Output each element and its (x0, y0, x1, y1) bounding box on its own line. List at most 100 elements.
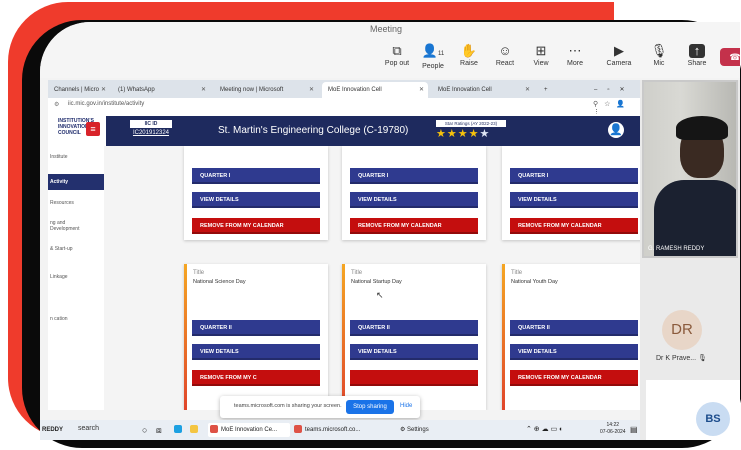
hamburger-menu-icon[interactable]: ≡ (86, 122, 100, 136)
people-button[interactable]: 👤11 People (416, 43, 450, 71)
remove-calendar-button[interactable]: REMOVE FROM MY C (192, 370, 320, 386)
quarter-button[interactable]: QUARTER I (192, 168, 320, 184)
system-tray-icons[interactable]: ⌃ ⊕ ☁ ▭ ◐ (526, 423, 563, 437)
card-event-name: National Science Day (193, 279, 246, 285)
view-details-button[interactable]: VIEW DETAILS (350, 344, 478, 360)
sidebar-item-training[interactable]: ng and Development (48, 220, 84, 232)
react-button[interactable]: ☺ React (488, 43, 522, 68)
sidebar-item-startup[interactable]: & Start-up (48, 246, 100, 252)
participant-video[interactable]: G. RAMESH REDDY (642, 80, 738, 258)
card-event-name: National Startup Day (351, 279, 402, 285)
card-accent (342, 264, 345, 410)
more-button[interactable]: ⋯ More (558, 43, 592, 68)
smile-icon: ☺ (498, 43, 512, 58)
taskbar-item-teams[interactable]: teams.microsoft.co... (294, 423, 360, 437)
taskbar-item-settings[interactable]: ⚙ Settings (400, 423, 429, 437)
meeting-title: Meeting (370, 24, 403, 34)
browser-window: Channels | Micro ✕ (1) WhatsApp ✕ Meeting … (48, 80, 640, 410)
remove-calendar-button[interactable]: REMOVE FROM MY CALENDAR (510, 218, 638, 234)
activity-content: QUARTER I VIEW DETAILS REMOVE FROM MY CA… (104, 146, 640, 410)
card-accent (502, 264, 505, 410)
close-icon[interactable]: ✕ (419, 82, 424, 98)
tab-moe[interactable]: MoE Innovation Cell ✕ (432, 82, 534, 98)
mic-off-icon: 🎙 (698, 355, 707, 362)
grid-icon: ⊞ (535, 43, 547, 58)
more-icon: ⋯ (568, 43, 582, 58)
people-icon: 👤11 (421, 43, 445, 58)
sidebar-item-communication[interactable]: n cation (48, 316, 74, 322)
popout-button[interactable]: ⧉ Pop out (380, 43, 414, 68)
remove-calendar-button[interactable] (350, 370, 478, 386)
avatar[interactable]: DR (662, 310, 702, 350)
quarter-button[interactable]: QUARTER I (510, 168, 638, 184)
task-view-icon[interactable]: ⧈ (156, 423, 162, 437)
close-icon[interactable]: ✕ (201, 82, 206, 98)
address-bar[interactable]: ⚙ iic.mic.gov.in/institute/activity ⚲☆👤⋮ (48, 98, 640, 116)
new-tab-icon[interactable]: + (538, 82, 552, 98)
quarter-button[interactable]: QUARTER I (350, 168, 478, 184)
taskbar-left-label: REDDY (42, 427, 64, 433)
user-profile-icon[interactable]: 👤 (608, 122, 624, 138)
tab-meeting[interactable]: Meeting now | Microsoft ✕ (214, 82, 318, 98)
close-icon[interactable]: ✕ (101, 82, 106, 98)
camera-button[interactable]: ▶ Camera (602, 44, 636, 68)
leave-call-button[interactable]: ☎ (720, 48, 740, 66)
tab-channels[interactable]: Channels | Micro ✕ (48, 82, 110, 98)
view-details-button[interactable]: VIEW DETAILS (510, 344, 638, 360)
sidebar-item-institute[interactable]: Institute (48, 154, 100, 160)
sidebar-item-resources[interactable]: Resources (48, 200, 100, 206)
iic-id-link[interactable]: IC201912324 (130, 130, 172, 136)
screen-share-toast: teams.microsoft.com is sharing your scre… (220, 396, 420, 418)
quarter-button[interactable]: QUARTER II (510, 320, 638, 336)
star-rating-box: Star Ratings (AY 2022-23) ★★★★★ (436, 120, 506, 142)
sidebar-item-linkage[interactable]: Linkage (48, 274, 100, 280)
view-details-button[interactable]: VIEW DETAILS (510, 192, 638, 208)
share-button[interactable]: ↑ Share (680, 44, 714, 68)
view-details-button[interactable]: VIEW DETAILS (350, 192, 478, 208)
view-details-button[interactable]: VIEW DETAILS (192, 192, 320, 208)
remove-calendar-button[interactable]: REMOVE FROM MY CALENDAR (192, 218, 320, 234)
quarter-button[interactable]: QUARTER II (192, 320, 320, 336)
mic-button[interactable]: 🎙 Mic (642, 43, 676, 68)
activity-card: QUARTER I VIEW DETAILS REMOVE FROM MY CA… (184, 146, 328, 240)
phone-icon: ☎ (729, 52, 740, 62)
activity-card: QUARTER I VIEW DETAILS REMOVE FROM MY CA… (342, 146, 486, 240)
url-text: iic.mic.gov.in/institute/activity (68, 101, 145, 107)
taskbar-search[interactable]: search (78, 425, 99, 432)
edge-icon[interactable] (174, 423, 185, 437)
mic-off-icon: 🎙 (650, 43, 668, 58)
quarter-button[interactable]: QUARTER II (350, 320, 478, 336)
card-title-label: Title (193, 270, 205, 276)
avatar[interactable]: BS (696, 402, 730, 436)
windows-start-icon[interactable]: ○ (142, 423, 147, 437)
stop-sharing-button[interactable]: Stop sharing (346, 400, 394, 414)
remove-calendar-button[interactable]: REMOVE FROM MY CALENDAR (510, 370, 638, 386)
window-controls[interactable]: –▫✕ (588, 82, 636, 98)
iic-id-box: IIC ID IC201912324 (130, 120, 172, 142)
hide-link[interactable]: Hide (400, 403, 412, 409)
activity-card: QUARTER I VIEW DETAILS REMOVE FROM MY CA… (502, 146, 640, 240)
remove-calendar-button[interactable]: REMOVE FROM MY CALENDAR (350, 218, 478, 234)
raise-hand-button[interactable]: ✋ Raise (452, 44, 486, 68)
sidebar-item-activity[interactable]: Activity (48, 174, 104, 190)
close-icon[interactable]: ✕ (525, 82, 530, 98)
activity-card: Title National Youth Day QUARTER II VIEW… (502, 264, 640, 410)
popout-icon: ⧉ (392, 43, 402, 58)
taskbar-item-moe[interactable]: MoE Innovation Ce... (208, 423, 290, 437)
activity-card: Title National Science Day QUARTER II VI… (184, 264, 328, 410)
share-message: teams.microsoft.com is sharing your scre… (234, 403, 342, 409)
participant-video-name: G. RAMESH REDDY (648, 246, 705, 252)
view-button[interactable]: ⊞ View (524, 43, 558, 68)
notification-icon[interactable]: ▤ (630, 423, 638, 437)
taskbar-clock[interactable]: 14:22 07-06-2024 (600, 422, 626, 436)
tab-whatsapp[interactable]: (1) WhatsApp ✕ (112, 82, 210, 98)
close-icon[interactable]: ✕ (309, 82, 314, 98)
site-header: INSTITUTION'S INNOVATION COUNCIL ≡ IIC I… (48, 114, 640, 146)
view-details-button[interactable]: VIEW DETAILS (192, 344, 320, 360)
participant-name: Dr K Prave... 🎙 (656, 355, 707, 362)
folder-icon[interactable] (190, 423, 201, 437)
sidebar: Institute Activity Resources ng and Deve… (48, 146, 105, 410)
card-title-label: Title (511, 270, 523, 276)
tab-moe-active[interactable]: MoE Innovation Cell ✕ (322, 82, 428, 98)
site-info-icon[interactable]: ⚙ (54, 101, 59, 108)
